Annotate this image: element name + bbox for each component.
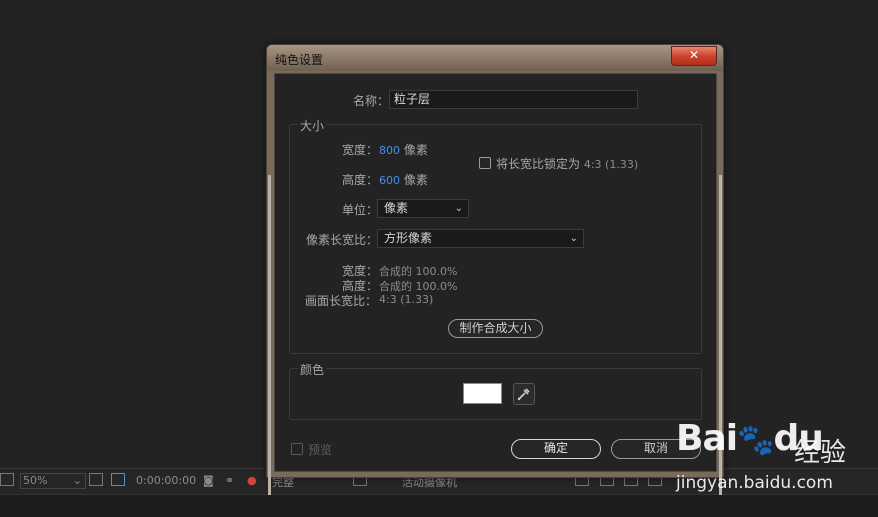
pixel-aspect-select[interactable]: 方形像素 ⌄ [377,229,584,248]
dialog-title: 纯色设置 [275,53,324,67]
height-label: 高度： [342,173,379,187]
height-value[interactable]: 600 [379,174,400,187]
frame-left [268,175,271,495]
color-swatch[interactable] [463,383,502,404]
grid-icon[interactable] [89,473,103,486]
lock-aspect-label[interactable]: 将长宽比锁定为 4:3 (1.33) [496,155,638,172]
name-label: 名称： [353,94,390,108]
height-unit: 像素 [403,173,428,187]
info-frame-value: 4:3 (1.33) [379,293,434,306]
chevron-down-icon: ⌄ [569,233,578,244]
width-label: 宽度： [342,143,379,157]
color-channels-icon[interactable]: ● [247,474,257,487]
ok-label: 确定 [543,441,568,455]
lock-aspect-ratio: 4:3 (1.33) [583,158,639,171]
name-input[interactable]: 粒子层 [389,90,638,109]
color-group-label: 颜色 [298,361,327,378]
eyedropper-icon [517,388,530,401]
info-height-value: 合成的 100.0% [379,280,458,293]
width-unit: 像素 [403,143,428,157]
timecode[interactable]: 0:00:00:00 [136,474,196,487]
height-field[interactable]: 600 像素 [379,171,428,188]
info-width-value: 合成的 100.0% [379,265,458,278]
camera-icon[interactable]: ◙ [203,474,214,487]
preview-checkbox[interactable] [291,443,303,455]
solid-settings-dialog: 纯色设置 ✕ 名称： 粒子层 大小 宽度： 800 像素 将长宽比锁定为 4:3… [266,44,724,495]
ok-button[interactable]: 确定 [511,439,601,459]
chevron-down-icon: ⌄ [454,203,463,214]
size-group: 大小 宽度： 800 像素 将长宽比锁定为 4:3 (1.33) 高度： 600… [289,117,702,354]
preview-label[interactable]: 预览 [308,441,332,458]
cancel-label: 取消 [643,441,668,455]
pixel-aspect-value: 方形像素 [384,231,433,245]
paw-icon: 🐾 [737,423,774,458]
name-value: 粒子层 [394,92,431,106]
lock-aspect-text: 将长宽比锁定为 [496,157,581,171]
lock-aspect-checkbox[interactable] [479,157,491,169]
status-strip [0,494,878,517]
zoom-value: 50% [23,474,48,487]
unit-value: 像素 [384,201,409,215]
dialog-titlebar[interactable]: 纯色设置 ✕ [267,45,723,71]
region-icon[interactable] [111,473,125,486]
eyedropper-button[interactable] [513,383,535,405]
width-value[interactable]: 800 [379,144,400,157]
close-button[interactable]: ✕ [671,46,717,66]
width-field[interactable]: 800 像素 [379,141,428,158]
unit-select[interactable]: 像素 ⌄ [377,199,469,218]
zoom-select[interactable]: 50% ⌄ [20,473,86,489]
info-frame-label: 画面长宽比： [305,294,378,308]
dialog-body: 名称： 粒子层 大小 宽度： 800 像素 将长宽比锁定为 4:3 (1.33)… [274,73,717,472]
make-comp-size-button[interactable]: 制作合成大小 [448,319,543,338]
chevron-down-icon: ⌄ [72,474,82,487]
make-comp-size-label: 制作合成大小 [459,321,532,335]
watermark-logo-bai: Bai [676,418,738,459]
unit-label: 单位： [342,203,379,217]
pixel-aspect-label: 像素长宽比： [306,233,379,247]
close-icon: ✕ [688,48,700,62]
channel-icon[interactable]: ⚭ [225,474,234,487]
size-group-label: 大小 [298,117,327,134]
color-group: 颜色 [289,361,702,420]
watermark-url: jingyan.baidu.com [676,473,833,493]
watermark-sub: 经验 [794,438,847,468]
monitor-icon[interactable] [0,473,14,486]
